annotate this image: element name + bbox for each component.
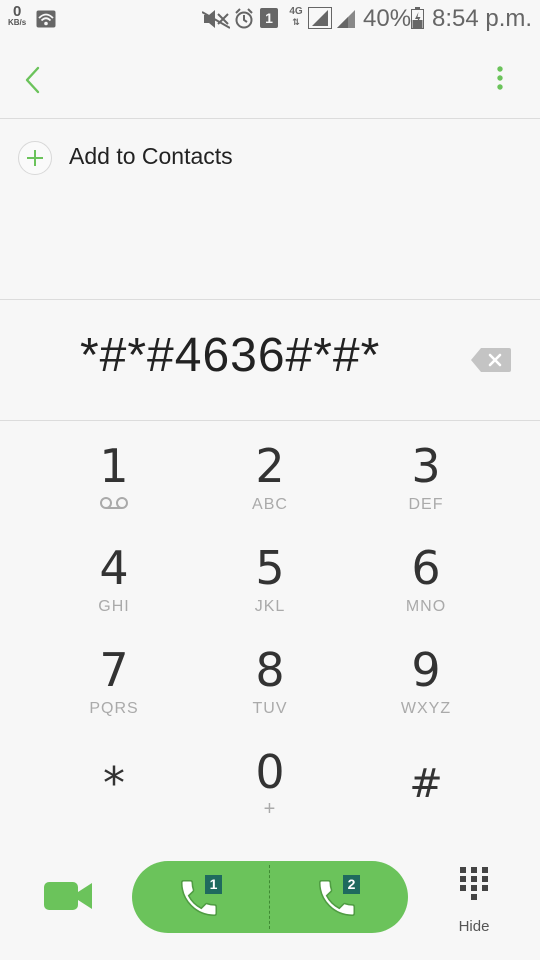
network-speed-unit: KB/s [8,18,27,27]
alarm-icon [235,8,253,29]
key-6[interactable]: 6 MNO [351,534,501,630]
key-3[interactable]: 3 DEF [351,432,501,528]
video-call-button[interactable] [42,876,94,916]
chevron-left-icon [25,66,40,94]
network-type-label: 4G [289,6,303,17]
clock: 8:54 p.m. [432,5,533,32]
key-digit: 3 [411,439,441,493]
key-digit: 9 [411,643,441,697]
sim-slot-number: 1 [265,10,273,26]
key-digit: * [103,758,125,809]
back-button[interactable] [18,60,52,100]
key-letters: WXYZ [400,700,452,717]
key-hash[interactable]: # [351,750,501,846]
key-digit: 2 [255,439,285,493]
wifi-icon [36,10,56,28]
signal-sim1-icon [308,7,332,29]
call-sim2-button[interactable]: 2 [270,861,408,933]
key-0[interactable]: 0 + [195,738,345,834]
data-activity-icon: ⇅ [292,17,300,27]
network-speed: 0 KB/s [8,4,26,27]
sim-slot-indicator: 1 [260,8,278,28]
dialed-number[interactable]: *#*#4636#*#* [80,328,380,383]
key-letters: JKL [254,598,286,615]
add-to-contacts-button[interactable]: Add to Contacts [0,120,540,198]
key-digit: 6 [411,541,441,595]
key-digit: 1 [99,439,129,493]
battery-percent: 40% [363,5,412,32]
key-letters: GHI [98,598,130,615]
key-letters: DEF [408,496,444,513]
key-letters: + [263,798,277,820]
call-sim1-button[interactable]: 1 [132,861,270,933]
dialpad-icon [460,867,488,900]
status-bar: 0 KB/s 1 4G ⇅ 40% 8:54 p.m. [0,0,540,38]
vibrate-mute-icon [202,10,230,29]
add-to-contacts-label: Add to Contacts [69,143,233,169]
sim2-badge: 2 [343,875,360,894]
key-star[interactable]: * [39,750,189,846]
network-speed-value: 0 [12,3,22,20]
signal-sim2-icon [337,10,355,28]
call-buttons: 1 2 [132,861,408,933]
key-digit: 0 [255,745,285,799]
key-7[interactable]: 7 PQRS [39,636,189,732]
key-9[interactable]: 9 WXYZ [351,636,501,732]
key-letters: TUV [252,700,288,717]
hide-label: Hide [458,918,490,935]
more-vert-icon [497,66,503,90]
key-8[interactable]: 8 TUV [195,636,345,732]
voicemail-icon [100,497,128,509]
key-digit: 8 [255,643,285,697]
add-circle [18,141,52,175]
backspace-button[interactable] [470,347,512,373]
sim1-badge: 1 [205,875,222,894]
key-letters: PQRS [89,700,139,717]
key-digit: 5 [255,541,285,595]
hide-keypad-button[interactable]: Hide [444,864,504,940]
key-digit: 7 [99,643,129,697]
key-5[interactable]: 5 JKL [195,534,345,630]
network-type: 4G ⇅ [286,6,306,28]
key-1[interactable]: 1 [39,432,189,528]
key-letters [39,496,189,515]
key-letters: MNO [405,598,447,615]
key-2[interactable]: 2 ABC [195,432,345,528]
app-bar [0,38,540,119]
battery-icon [411,7,424,29]
more-options-button[interactable] [488,60,512,100]
number-display: *#*#4636#*#* [0,299,540,421]
key-letters: ABC [252,496,288,513]
key-4[interactable]: 4 GHI [39,534,189,630]
backspace-icon [471,348,511,372]
key-digit: # [409,761,443,807]
video-camera-icon [44,882,92,910]
plus-icon [27,150,43,166]
key-digit: 4 [99,541,129,595]
